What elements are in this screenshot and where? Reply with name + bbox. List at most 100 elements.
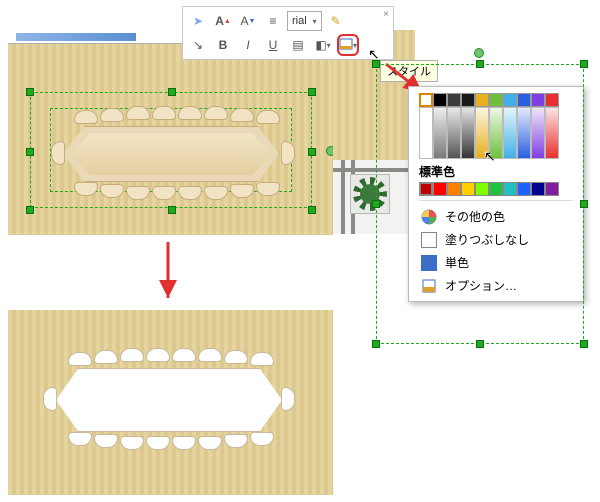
color-swatch[interactable] — [545, 182, 559, 196]
chair-shape[interactable] — [43, 387, 57, 411]
effects-button[interactable]: ◧▾ — [312, 34, 334, 56]
pointer-button[interactable]: ➤ — [187, 10, 209, 32]
chair-shape[interactable] — [224, 434, 248, 448]
color-swatch[interactable] — [503, 182, 517, 196]
italic-button[interactable]: I — [237, 34, 259, 56]
resize-handle[interactable] — [580, 200, 588, 208]
plant-shape[interactable] — [350, 174, 390, 214]
chair-shape[interactable] — [250, 432, 274, 446]
color-swatch[interactable] — [419, 93, 433, 107]
resize-handle[interactable] — [308, 206, 316, 214]
chair-shape[interactable] — [94, 434, 118, 448]
color-swatch[interactable] — [461, 182, 475, 196]
solid-fill-item[interactable]: 単色 — [419, 251, 573, 274]
options-item[interactable]: オプション… — [419, 274, 573, 297]
resize-handle[interactable] — [372, 60, 380, 68]
chair-shape[interactable] — [152, 106, 176, 120]
resize-handle[interactable] — [168, 88, 176, 96]
color-gradient-column[interactable] — [419, 107, 433, 159]
font-combo[interactable]: rial ▾ — [287, 11, 322, 31]
color-swatch[interactable] — [517, 182, 531, 196]
color-swatch[interactable] — [461, 93, 475, 107]
rotation-handle[interactable] — [474, 48, 484, 58]
color-gradient-column[interactable] — [503, 107, 517, 159]
color-swatch[interactable] — [531, 182, 545, 196]
chair-shape[interactable] — [94, 350, 118, 364]
highlighter-button[interactable]: ✎ — [325, 10, 347, 32]
underline-button[interactable]: U — [262, 34, 284, 56]
font-grow-button[interactable]: A▲ — [212, 10, 234, 32]
resize-handle[interactable] — [372, 200, 380, 208]
color-swatch[interactable] — [517, 93, 531, 107]
chair-shape[interactable] — [224, 350, 248, 364]
line-style-button[interactable]: ≡ — [262, 10, 284, 32]
color-swatch[interactable] — [545, 93, 559, 107]
fill-color-popup[interactable]: 標準色 その他の色 塗りつぶしなし 単色 オプション… — [408, 86, 584, 302]
resize-handle[interactable] — [308, 148, 316, 156]
color-swatch[interactable] — [475, 93, 489, 107]
no-fill-item[interactable]: 塗りつぶしなし — [419, 228, 573, 251]
chair-shape[interactable] — [146, 436, 170, 450]
canvas-after[interactable] — [8, 310, 333, 495]
resize-handle[interactable] — [168, 206, 176, 214]
chair-shape[interactable] — [198, 436, 222, 450]
color-gradient-column[interactable] — [475, 107, 489, 159]
color-gradient-column[interactable] — [489, 107, 503, 159]
chair-shape[interactable] — [198, 348, 222, 362]
chair-shape[interactable] — [68, 352, 92, 366]
chair-shape[interactable] — [146, 348, 170, 362]
resize-handle[interactable] — [26, 206, 34, 214]
chair-shape[interactable] — [126, 106, 150, 120]
color-swatch[interactable] — [433, 182, 447, 196]
connector-button[interactable]: ↘ — [187, 34, 209, 56]
table-shape[interactable] — [63, 126, 279, 182]
chair-shape[interactable] — [281, 387, 295, 411]
canvas-before[interactable] — [8, 30, 333, 235]
resize-handle[interactable] — [476, 340, 484, 348]
resize-handle[interactable] — [580, 60, 588, 68]
chair-shape[interactable] — [230, 108, 254, 122]
resize-handle[interactable] — [476, 60, 484, 68]
color-swatch[interactable] — [489, 182, 503, 196]
resize-handle[interactable] — [26, 148, 34, 156]
chair-shape[interactable] — [204, 106, 228, 120]
chair-shape[interactable] — [68, 432, 92, 446]
color-swatch[interactable] — [531, 93, 545, 107]
color-gradient-column[interactable] — [433, 107, 447, 159]
align-button[interactable]: ▤ — [287, 34, 309, 56]
chair-shape[interactable] — [172, 436, 196, 450]
toolbar-close-icon[interactable]: × — [383, 9, 389, 20]
chair-shape[interactable] — [178, 106, 202, 120]
fill-style-button[interactable]: ▾ — [337, 34, 359, 56]
chair-shape[interactable] — [250, 352, 274, 366]
table-shape[interactable] — [56, 368, 282, 432]
color-swatch[interactable] — [419, 182, 433, 196]
resize-handle[interactable] — [580, 340, 588, 348]
bold-button[interactable]: B — [212, 34, 234, 56]
color-swatch[interactable] — [447, 182, 461, 196]
chair-shape[interactable] — [120, 348, 144, 362]
color-swatch[interactable] — [489, 93, 503, 107]
color-gradient-column[interactable] — [545, 107, 559, 159]
color-swatch[interactable] — [475, 182, 489, 196]
chair-shape[interactable] — [120, 436, 144, 450]
resize-handle[interactable] — [26, 88, 34, 96]
color-gradient-column[interactable] — [531, 107, 545, 159]
chair-shape[interactable] — [256, 110, 280, 124]
more-colors-item[interactable]: その他の色 — [419, 205, 573, 228]
resize-handle[interactable] — [308, 88, 316, 96]
color-swatch[interactable] — [447, 93, 461, 107]
chair-shape[interactable] — [51, 141, 65, 165]
resize-handle[interactable] — [372, 340, 380, 348]
floating-toolbar[interactable]: × ➤ A▲ A▼ ≡ rial ▾ ✎ ↘ B I U ▤ ◧▾ ▾ — [182, 6, 394, 60]
font-shrink-button[interactable]: A▼ — [237, 10, 259, 32]
color-swatch[interactable] — [433, 93, 447, 107]
chair-shape[interactable] — [172, 348, 196, 362]
chair-shape[interactable] — [74, 110, 98, 124]
color-swatch[interactable] — [503, 93, 517, 107]
color-gradient-column[interactable] — [447, 107, 461, 159]
more-colors-label: その他の色 — [445, 208, 505, 225]
chair-shape[interactable] — [100, 108, 124, 122]
color-gradient-column[interactable] — [517, 107, 531, 159]
color-gradient-column[interactable] — [461, 107, 475, 159]
